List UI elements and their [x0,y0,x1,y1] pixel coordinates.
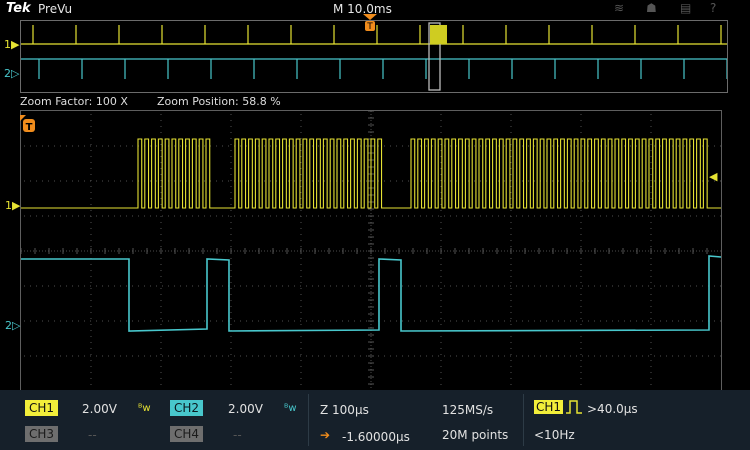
overview-ch1-marker[interactable]: 1▶ [4,38,19,51]
wifi-icon: ≋ [614,1,625,15]
horizontal-delay[interactable]: -1.60000µs [342,430,410,444]
help-icon[interactable]: ? [710,1,716,15]
svg-text:T: T [366,22,373,32]
zoom-factor-label: Zoom Factor: 100 X [20,95,128,108]
divider [523,394,524,446]
ch1-ground-marker[interactable]: 1▶ [5,199,20,212]
zoom-region-highlight [430,25,447,44]
ch4-badge[interactable]: CH4 [170,426,204,442]
zoom-waveform-window[interactable] [20,110,722,392]
ch3-scale: -- [88,428,97,442]
ch2-ground-marker[interactable]: 2▷ [5,319,20,332]
ch1-scale[interactable]: 2.00V [82,402,117,416]
ch3-badge[interactable]: CH3 [25,426,59,442]
delay-arrow-icon: ➔ [320,428,331,442]
ch4-scale: -- [233,428,242,442]
zoom-position-label: Zoom Position: 58.8 % [157,95,281,108]
trigger-source-badge[interactable]: CH1 [534,400,564,414]
ch2-bandwidth-icon: ᴮw [284,403,297,414]
zoom-graticule [20,110,722,391]
trigger-condition[interactable]: >40.0µs [587,402,638,416]
ch1-bandwidth-icon: ᴮw [138,403,151,414]
pulse-width-trigger-icon [565,399,583,419]
network-icon: ☗ [646,1,657,15]
overview-ch2-trace [21,58,728,79]
sample-rate: 125MS/s [442,403,494,417]
overview-trigger-marker[interactable]: T [363,14,377,38]
trigger-position-marker[interactable]: T [20,115,38,139]
ch2-badge[interactable]: CH2 [170,400,204,416]
ch1-badge[interactable]: CH1 [25,400,59,416]
divider [308,394,309,446]
acquisition-mode: PreVu [38,2,73,16]
ch1-waveform-path [21,138,721,209]
overview-ch2-marker[interactable]: 2▷ [4,67,19,80]
ch1-zoom-trace [21,138,721,209]
zoom-time-scale[interactable]: Z 100µs [320,403,369,417]
brand-logo: Tek [6,1,31,16]
save-icon[interactable]: ▤ [680,1,691,15]
svg-text:T: T [26,122,33,133]
record-length[interactable]: 20M points [442,428,508,442]
trigger-rate: <10Hz [534,428,575,442]
ch2-scale[interactable]: 2.00V [228,402,263,416]
trigger-level-marker[interactable]: ◀ [709,170,717,183]
